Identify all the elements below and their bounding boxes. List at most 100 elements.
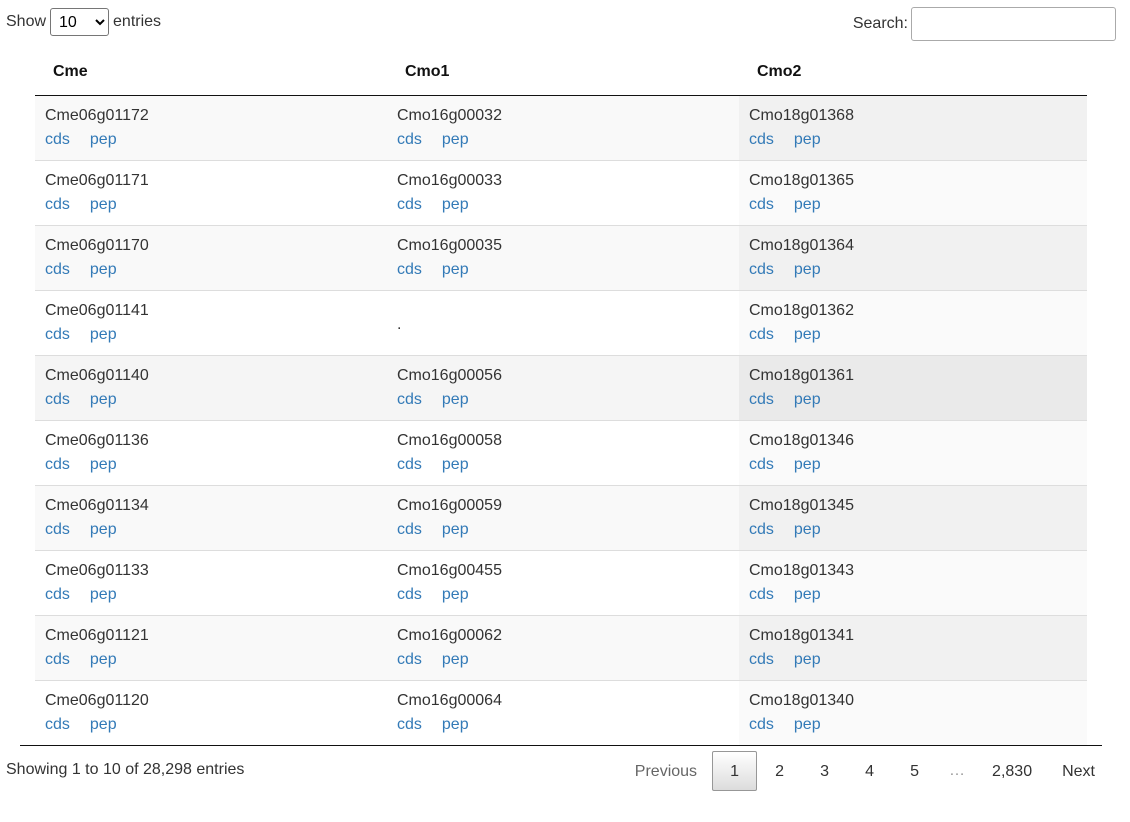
sequence-links: cds pep <box>749 649 1077 671</box>
pep-link[interactable]: pep <box>90 131 117 148</box>
pep-link[interactable]: pep <box>794 456 821 473</box>
gene-id: Cme06g01133 <box>45 561 149 579</box>
cell-cmo1: Cmo16g00032 cds pep <box>387 95 739 160</box>
gene-id: Cmo18g01368 <box>749 106 854 124</box>
cds-link[interactable]: cds <box>749 391 774 408</box>
pep-link[interactable]: pep <box>442 586 469 603</box>
sequence-links: cds pep <box>397 649 729 671</box>
cds-link[interactable]: cds <box>749 196 774 213</box>
page-button-1[interactable]: 1 <box>712 751 758 791</box>
column-header-cme[interactable]: Cme <box>35 50 387 96</box>
page-button-2[interactable]: 2 <box>757 751 802 791</box>
pep-link[interactable]: pep <box>794 196 821 213</box>
cds-link[interactable]: cds <box>45 456 70 473</box>
previous-page-button[interactable]: Previous <box>620 751 712 791</box>
pep-link[interactable]: pep <box>442 521 469 538</box>
table-info: Showing 1 to 10 of 28,298 entries <box>6 761 245 778</box>
sequence-links: cds pep <box>749 259 1077 281</box>
cds-link[interactable]: cds <box>397 716 422 733</box>
cds-link[interactable]: cds <box>397 196 422 213</box>
pep-link[interactable]: pep <box>794 326 821 343</box>
cds-link[interactable]: cds <box>45 716 70 733</box>
cds-link[interactable]: cds <box>749 456 774 473</box>
pep-link[interactable]: pep <box>90 716 117 733</box>
page-button-5[interactable]: 5 <box>892 751 937 791</box>
next-page-button[interactable]: Next <box>1047 751 1110 791</box>
cds-link[interactable]: cds <box>749 716 774 733</box>
page-button-3[interactable]: 3 <box>802 751 847 791</box>
table-row: Cme06g01172 cds pep Cmo16g00032 cds pep Cmo18g… <box>35 95 1087 160</box>
gene-id: Cme06g01121 <box>45 626 149 644</box>
cds-link[interactable]: cds <box>397 261 422 278</box>
sequence-links: cds pep <box>45 714 377 736</box>
gene-id: Cmo18g01346 <box>749 431 854 449</box>
sequence-links: cds pep <box>749 129 1077 151</box>
gene-id: Cme06g01134 <box>45 496 149 514</box>
cds-link[interactable]: cds <box>397 521 422 538</box>
cds-link[interactable]: cds <box>749 651 774 668</box>
cds-link[interactable]: cds <box>45 586 70 603</box>
gene-id: Cmo18g01341 <box>749 626 854 644</box>
cds-link[interactable]: cds <box>45 196 70 213</box>
pep-link[interactable]: pep <box>90 521 117 538</box>
cell-cmo2: Cmo18g01362 cds pep <box>739 289 1087 355</box>
sequence-links: cds pep <box>45 519 377 541</box>
pep-link[interactable]: pep <box>90 586 117 603</box>
pep-link[interactable]: pep <box>794 261 821 278</box>
cds-link[interactable]: cds <box>749 131 774 148</box>
pep-link[interactable]: pep <box>90 456 117 473</box>
gene-id: Cme06g01136 <box>45 431 149 449</box>
search-input[interactable] <box>911 7 1116 41</box>
page-button-4[interactable]: 4 <box>847 751 892 791</box>
pep-link[interactable]: pep <box>794 651 821 668</box>
table-header-row: Cme Cmo1 Cmo2 <box>35 50 1087 96</box>
cell-cme: Cme06g01140 cds pep <box>35 354 387 420</box>
last-page-button[interactable]: 2,830 <box>977 751 1047 791</box>
cds-link[interactable]: cds <box>397 456 422 473</box>
cell-cmo2: Cmo18g01365 cds pep <box>739 159 1087 225</box>
pep-link[interactable]: pep <box>442 391 469 408</box>
pep-link[interactable]: pep <box>90 326 117 343</box>
cds-link[interactable]: cds <box>749 326 774 343</box>
cds-link[interactable]: cds <box>45 391 70 408</box>
cds-link[interactable]: cds <box>397 131 422 148</box>
pep-link[interactable]: pep <box>794 131 821 148</box>
cds-link[interactable]: cds <box>749 586 774 603</box>
pep-link[interactable]: pep <box>442 131 469 148</box>
cds-link[interactable]: cds <box>397 586 422 603</box>
cds-link[interactable]: cds <box>397 391 422 408</box>
pep-link[interactable]: pep <box>90 391 117 408</box>
sequence-links: cds pep <box>749 389 1077 411</box>
cds-link[interactable]: cds <box>45 131 70 148</box>
pep-link[interactable]: pep <box>90 261 117 278</box>
pep-link[interactable]: pep <box>794 391 821 408</box>
pep-link[interactable]: pep <box>442 196 469 213</box>
ortholog-table: Cme Cmo1 Cmo2 Cme06g01172 cds pep Cmo16g000… <box>35 50 1087 745</box>
cell-cme: Cme06g01171 cds pep <box>35 159 387 225</box>
cds-link[interactable]: cds <box>45 261 70 278</box>
cds-link[interactable]: cds <box>45 651 70 668</box>
pep-link[interactable]: pep <box>794 521 821 538</box>
pep-link[interactable]: pep <box>794 716 821 733</box>
empty-gene: . <box>397 315 402 333</box>
cds-link[interactable]: cds <box>749 261 774 278</box>
column-header-cmo1[interactable]: Cmo1 <box>387 50 739 96</box>
pep-link[interactable]: pep <box>442 261 469 278</box>
gene-id: Cmo18g01343 <box>749 561 854 579</box>
cds-link[interactable]: cds <box>45 521 70 538</box>
pep-link[interactable]: pep <box>442 716 469 733</box>
cds-link[interactable]: cds <box>45 326 70 343</box>
entries-per-page-select[interactable]: 102550100 <box>50 8 110 36</box>
pep-link[interactable]: pep <box>442 456 469 473</box>
column-header-cmo2[interactable]: Cmo2 <box>739 50 1087 96</box>
cds-link[interactable]: cds <box>749 521 774 538</box>
sequence-links: cds pep <box>749 519 1077 541</box>
table-row: Cme06g01120 cds pep Cmo16g00064 cds pep Cmo18g… <box>35 679 1087 745</box>
pep-link[interactable]: pep <box>90 651 117 668</box>
pep-link[interactable]: pep <box>90 196 117 213</box>
cell-cmo2: Cmo18g01340 cds pep <box>739 679 1087 745</box>
pep-link[interactable]: pep <box>794 586 821 603</box>
pep-link[interactable]: pep <box>442 651 469 668</box>
cds-link[interactable]: cds <box>397 651 422 668</box>
pagination-ellipsis: … <box>949 762 966 779</box>
